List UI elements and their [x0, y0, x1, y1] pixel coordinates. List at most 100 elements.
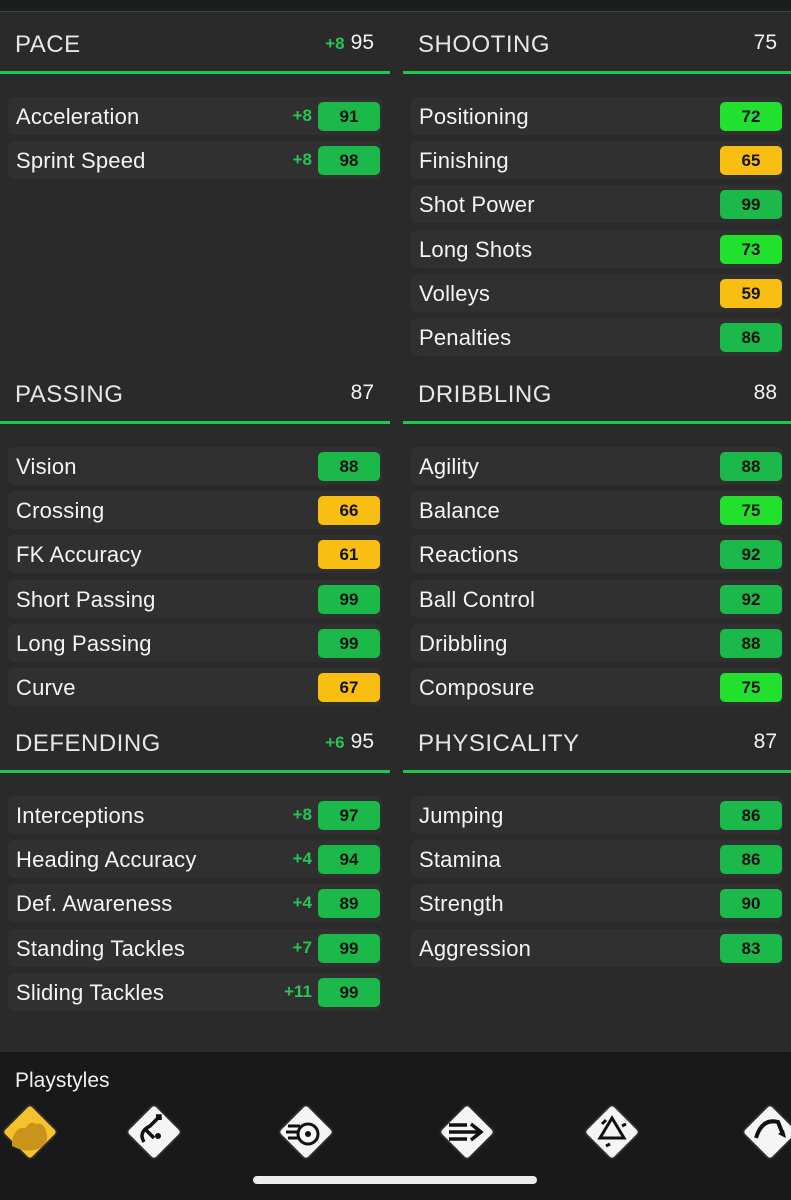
attribute-label: Sprint Speed	[16, 148, 146, 174]
attribute-rating-badge: 94	[318, 845, 380, 875]
attribute-boost: +7	[292, 937, 312, 957]
attribute-rating-badge: 73	[720, 234, 782, 264]
attribute-row[interactable]: Volleys 59	[411, 273, 783, 312]
attribute-row[interactable]: Long Shots 73	[411, 229, 783, 268]
shooting-header: SHOOTING 75	[403, 22, 791, 74]
physicality-total: 87	[753, 730, 777, 753]
attribute-label: Dribbling	[419, 630, 508, 656]
attribute-label: Sliding Tackles	[16, 979, 165, 1005]
attribute-label: Curve	[16, 674, 76, 700]
passing-total: 87	[350, 381, 374, 404]
attribute-label: Jumping	[419, 803, 504, 828]
section-physicality: PHYSICALITY 87 Jumping 86 Stamina 86 Strength 9…	[403, 721, 791, 967]
attribute-boost: +4	[292, 849, 312, 869]
attribute-rating-badge: 88	[720, 452, 782, 481]
playstyles-title: Playstyles	[15, 1069, 110, 1092]
attribute-rating-badge: 99	[318, 977, 380, 1007]
section-defending: DEFENDING +6 95 Interceptions +8 97 Heading Ac…	[0, 721, 390, 1011]
attribute-rating-badge: 92	[720, 540, 782, 570]
pace-attribute-list: Acceleration +8 91 Sprint Speed +8 98	[8, 97, 382, 185]
attribute-row[interactable]: Standing Tackles +7 99	[8, 928, 382, 967]
attribute-rating-badge: 99	[318, 628, 380, 658]
attribute-row[interactable]: Vision 88	[8, 447, 382, 485]
attribute-row[interactable]: Composure 75	[411, 667, 783, 706]
attribute-row[interactable]: Reactions 92	[411, 535, 783, 574]
attribute-label: Composure	[419, 674, 535, 700]
attribute-rating-badge: 67	[318, 672, 380, 702]
attribute-rating-badge: 99	[318, 933, 380, 963]
defending-title: DEFENDING	[15, 730, 161, 757]
attribute-rating-badge: 75	[720, 496, 782, 526]
attribute-label: Vision	[16, 454, 77, 479]
attribute-label: Stamina	[419, 847, 502, 873]
attribute-label: Balance	[419, 498, 500, 524]
dribbling-title: DRIBBLING	[418, 381, 552, 408]
physicality-attribute-list: Jumping 86 Stamina 86 Strength 90 Aggression 83	[411, 796, 783, 973]
attribute-row[interactable]: Def. Awareness +4 89	[8, 884, 382, 923]
attribute-rating-badge: 98	[318, 146, 380, 176]
attribute-row[interactable]: Long Passing 99	[8, 623, 382, 662]
attribute-boost: +8	[292, 805, 312, 824]
attribute-rating-badge: 61	[318, 540, 380, 570]
physicality-header: PHYSICALITY 87	[403, 721, 791, 773]
attribute-row[interactable]: Strength 90	[411, 884, 783, 923]
passing-attribute-list: Vision 88 Crossing 66 FK Accuracy 61 Short Pas…	[8, 447, 382, 712]
attribute-label: Long Passing	[16, 630, 152, 656]
attribute-row[interactable]: FK Accuracy 61	[8, 535, 382, 574]
dribbling-header: DRIBBLING 88	[403, 372, 791, 424]
pace-total: 95	[350, 31, 374, 54]
attribute-row[interactable]: Stamina 86	[411, 840, 783, 879]
attribute-label: Aggression	[419, 935, 532, 961]
pace-boost: +8	[325, 34, 345, 53]
shooting-total-group: 75	[754, 31, 777, 55]
attribute-label: Reactions	[419, 542, 519, 568]
attribute-rating-badge: 90	[720, 889, 782, 919]
defending-attribute-list: Interceptions +8 97 Heading Accuracy +4 94 Def…	[8, 796, 382, 1017]
attribute-row[interactable]: Ball Control 92	[411, 579, 783, 618]
attribute-row[interactable]: Shot Power 99	[411, 185, 783, 224]
attribute-row[interactable]: Sprint Speed +8 98	[8, 141, 382, 180]
attribute-row[interactable]: Short Passing 99	[8, 579, 382, 618]
power-shot-icon	[278, 1104, 334, 1160]
shooting-title: SHOOTING	[418, 31, 551, 58]
attribute-row[interactable]: Crossing 66	[8, 491, 382, 530]
attribute-rating-badge: 99	[720, 190, 782, 220]
defending-total: 95	[350, 730, 374, 753]
dribbling-total-group: 88	[754, 381, 777, 405]
attribute-rating-badge: 75	[720, 672, 782, 702]
attribute-label: Strength	[419, 891, 504, 917]
attribute-label: Positioning	[419, 104, 529, 129]
dribbling-total: 88	[753, 381, 777, 404]
passing-title: PASSING	[15, 381, 124, 408]
attribute-boost: +4	[292, 893, 312, 913]
attribute-rating-badge: 89	[318, 889, 380, 919]
attribute-row[interactable]: Curve 67	[8, 667, 382, 706]
home-indicator[interactable]	[253, 1176, 537, 1184]
attribute-rating-badge: 72	[720, 102, 782, 131]
attribute-row[interactable]: Jumping 86	[411, 796, 783, 834]
attribute-row[interactable]: Finishing 65	[411, 141, 783, 180]
attribute-row[interactable]: Aggression 83	[411, 928, 783, 967]
attribute-row[interactable]: Penalties 86	[411, 317, 783, 356]
attribute-row[interactable]: Balance 75	[411, 491, 783, 530]
attribute-row[interactable]: Heading Accuracy +4 94	[8, 840, 382, 879]
attribute-label: Ball Control	[419, 586, 536, 612]
attribute-row[interactable]: Acceleration +8 91	[8, 97, 382, 135]
tiki-taka-icon	[584, 1104, 640, 1160]
pinged-pass-icon	[439, 1104, 495, 1160]
attribute-row[interactable]: Sliding Tackles +11 99	[8, 972, 382, 1011]
passing-total-group: 87	[351, 381, 374, 405]
attribute-row[interactable]: Agility 88	[411, 447, 783, 485]
attribute-label: Long Shots	[419, 236, 533, 262]
attribute-row[interactable]: Interceptions +8 97	[8, 796, 382, 834]
attribute-row[interactable]: Positioning 72	[411, 97, 783, 135]
attribute-rating-badge: 65	[720, 146, 782, 176]
attribute-rating-badge: 88	[318, 452, 380, 481]
attribute-row[interactable]: Dribbling 88	[411, 623, 783, 662]
attribute-rating-badge: 88	[720, 628, 782, 658]
attribute-label: Def. Awareness	[16, 891, 173, 917]
attribute-grid: PACE +8 95 Acceleration +8 91 Sprint Speed +8 98…	[0, 22, 791, 1052]
attribute-boost: +8	[292, 150, 312, 170]
shooting-attribute-list: Positioning 72 Finishing 65 Shot Power 99 Long…	[411, 97, 783, 362]
section-pace: PACE +8 95 Acceleration +8 91 Sprint Speed +8 98	[0, 22, 390, 180]
